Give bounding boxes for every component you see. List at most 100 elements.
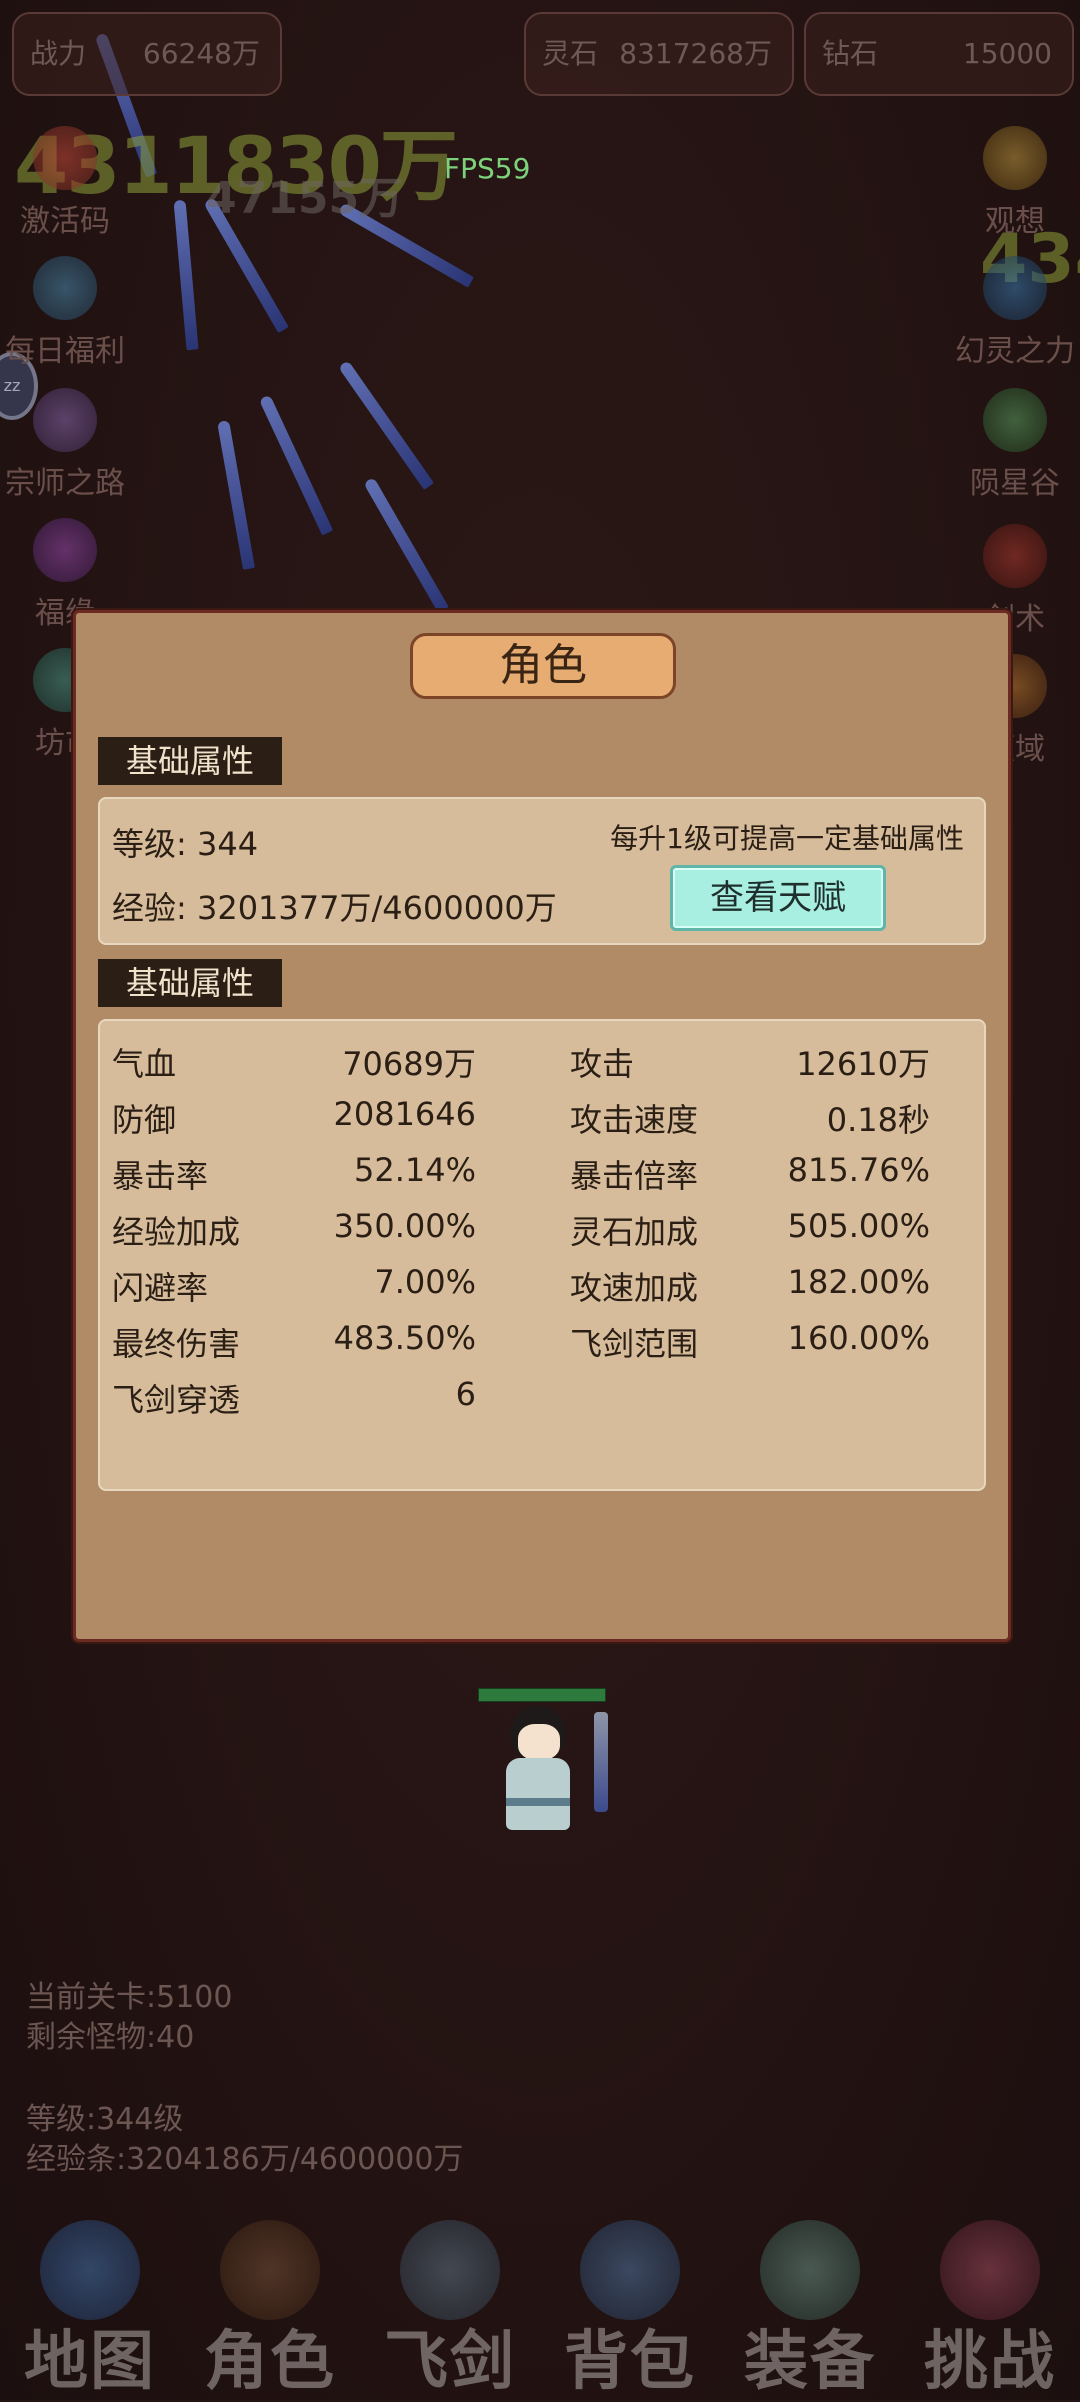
exp-row: 经验: 3201377万/4600000万 (112, 883, 557, 929)
menu-phantom-spirit[interactable]: 幻灵之力 (950, 256, 1080, 370)
stat-value: 160.00% (787, 1319, 930, 1357)
stat-label: 攻击速度 (570, 1101, 699, 1139)
gift-icon (33, 126, 97, 190)
stat-value: 12610万 (796, 1045, 930, 1083)
stat-label: 灵石加成 (570, 1213, 699, 1251)
level-up-hint: 每升1级可提高一定基础属性 (610, 822, 964, 855)
exp-bar-text: 经验条:3204186万/4600000万 (26, 2142, 464, 2177)
remaining-monsters: 剩余怪物:40 (26, 2020, 195, 2055)
exp-value: 3201377万/4600000万 (196, 889, 557, 927)
menu-label: 每日福利 (5, 334, 125, 369)
nav-backpack[interactable]: 背包 (540, 2220, 720, 2400)
menu-label: 观想 (985, 204, 1045, 239)
hero-belt (506, 1798, 570, 1806)
nav-flying-sword[interactable]: 飞剑 (360, 2220, 540, 2400)
nav-label: 挑战 (924, 2325, 1056, 2399)
stat-label: 暴击率 (112, 1157, 209, 1195)
stat-value: 70689万 (342, 1045, 476, 1083)
stat-value: 505.00% (787, 1207, 930, 1245)
menu-meteor-valley[interactable]: 陨星谷 (950, 388, 1080, 502)
player-level: 等级:344级 (26, 2102, 184, 2137)
level-value: 344 (196, 825, 259, 863)
hero-health-bar (478, 1688, 606, 1702)
meteor-valley-icon (983, 388, 1047, 452)
nav-label: 飞剑 (384, 2325, 516, 2399)
resource-bar: 战力 66248万 灵石 8317268万 钻石 15000 (0, 12, 1080, 96)
stat-value: 0.18秒 (826, 1101, 930, 1139)
stat-label: 闪避率 (112, 1269, 209, 1307)
section-header-stats: 基础属性 (98, 959, 282, 1007)
stat-value: 483.50% (333, 1319, 476, 1357)
combat-power-box: 战力 66248万 (12, 12, 282, 96)
menu-meditation[interactable]: 观想 (950, 126, 1080, 240)
meditation-icon (983, 126, 1047, 190)
fortune-icon (33, 518, 97, 582)
diamond-value: 15000 (962, 37, 1052, 70)
stat-label: 飞剑范围 (570, 1325, 699, 1363)
fps-counter: FPS59 (444, 152, 531, 185)
stat-label: 攻速加成 (570, 1269, 699, 1307)
scroll-icon (33, 388, 97, 452)
nav-label: 装备 (744, 2325, 876, 2399)
view-talent-button[interactable]: 查看天赋 (670, 865, 886, 931)
stat-label: 气血 (112, 1045, 177, 1083)
level-row: 等级: 344 (112, 819, 258, 865)
hero-sword-icon (594, 1712, 608, 1812)
level-panel: 等级: 344 经验: 3201377万/4600000万 每升1级可提高一定基… (98, 797, 986, 945)
nav-equipment[interactable]: 装备 (720, 2220, 900, 2400)
diamond-box[interactable]: 钻石 15000 (804, 12, 1074, 96)
stat-label: 暴击倍率 (570, 1157, 699, 1195)
menu-label: 幻灵之力 (955, 334, 1075, 369)
bottom-nav: 地图 角色 飞剑 背包 装备 挑战 (0, 2220, 1080, 2400)
stat-label: 攻击 (570, 1045, 635, 1083)
hero-body (506, 1758, 570, 1830)
stat-label: 经验加成 (112, 1213, 241, 1251)
spirit-stone-label: 灵石 (542, 37, 599, 70)
challenge-icon (940, 2220, 1040, 2320)
swordsmanship-icon (983, 524, 1047, 588)
character-dialog: 角色 基础属性 等级: 344 经验: 3201377万/4600000万 每升… (73, 610, 1011, 1642)
hero-face (518, 1724, 560, 1760)
nav-label: 角色 (204, 2325, 336, 2399)
spirit-stone-box[interactable]: 灵石 8317268万 (524, 12, 794, 96)
stat-value: 6 (455, 1375, 476, 1413)
menu-label: 陨星谷 (970, 466, 1060, 501)
spirit-stone-value: 8317268万 (619, 37, 772, 70)
level-label: 等级: (112, 825, 187, 863)
stat-label: 飞剑穿透 (112, 1381, 241, 1419)
nav-map[interactable]: 地图 (0, 2220, 180, 2400)
nav-character[interactable]: 角色 (180, 2220, 360, 2400)
stat-value: 350.00% (333, 1207, 476, 1245)
dialog-title: 角色 (410, 633, 676, 699)
combat-power-value: 66248万 (142, 37, 260, 70)
hero-avatar (500, 1706, 580, 1836)
backpack-icon (580, 2220, 680, 2320)
menu-label: 宗师之路 (5, 466, 125, 501)
daily-welfare-icon (33, 256, 97, 320)
phantom-spirit-icon (983, 256, 1047, 320)
stats-panel: 气血 70689万 防御 2081646 暴击率 52.14% 经验加成 350… (98, 1019, 986, 1491)
stat-label: 最终伤害 (112, 1325, 241, 1363)
current-stage: 当前关卡:5100 (26, 1980, 233, 2015)
diamond-label: 钻石 (822, 37, 879, 70)
combat-power-label: 战力 (30, 37, 87, 70)
stat-value: 815.76% (787, 1151, 930, 1189)
floating-damage-number-small: 47155万 (206, 173, 404, 224)
stat-value: 182.00% (787, 1263, 930, 1301)
character-icon (220, 2220, 320, 2320)
stat-label: 防御 (112, 1101, 177, 1139)
nav-challenge[interactable]: 挑战 (900, 2220, 1080, 2400)
nav-label: 地图 (24, 2325, 156, 2399)
stat-value: 2081646 (333, 1095, 476, 1133)
stat-value: 7.00% (374, 1263, 476, 1301)
stat-value: 52.14% (353, 1151, 476, 1189)
map-icon (40, 2220, 140, 2320)
menu-daily-welfare[interactable]: 每日福利 (0, 256, 130, 370)
exp-label: 经验: (112, 889, 187, 927)
menu-label: 激活码 (20, 204, 110, 239)
menu-master-path[interactable]: 宗师之路 (0, 388, 130, 502)
menu-activation-code[interactable]: 激活码 (0, 126, 130, 240)
equipment-icon (760, 2220, 860, 2320)
section-header-basic: 基础属性 (98, 737, 282, 785)
flying-sword-icon (400, 2220, 500, 2320)
